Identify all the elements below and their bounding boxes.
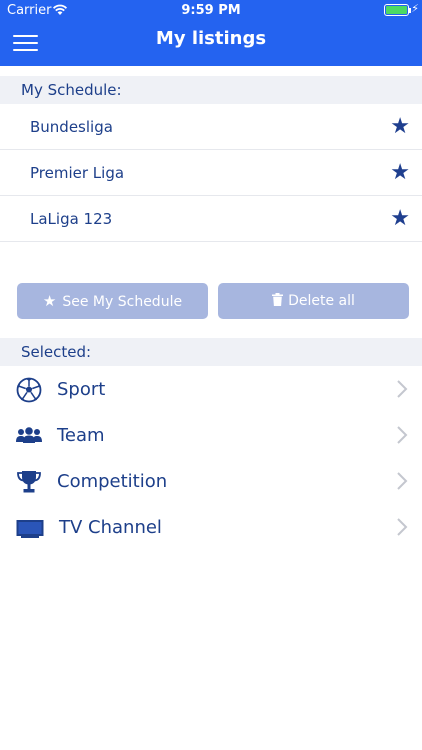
delete-all-button[interactable]: Delete all [218,283,409,319]
schedule-section-header: My Schedule: [0,76,422,104]
category-row-competition[interactable]: Competition [0,459,422,505]
category-label: Team [57,425,105,446]
schedule-item[interactable]: Premier Liga ★ [0,150,422,196]
clock: 9:59 PM [181,3,241,18]
see-my-schedule-label: See My Schedule [62,294,183,310]
chevron-right-icon [397,518,408,536]
nav-bar: My listings [0,22,422,66]
schedule-item[interactable]: LaLiga 123 ★ [0,196,422,242]
category-label: TV Channel [59,517,162,538]
star-icon[interactable]: ★ [390,104,410,150]
schedule-item-label: Bundesliga [30,118,113,136]
selected-section-header: Selected: [0,338,422,366]
team-icon [16,427,42,443]
schedule-item-label: Premier Liga [30,164,125,182]
category-row-sport[interactable]: Sport [0,367,422,413]
chevron-right-icon [397,472,408,490]
battery-icon [384,4,409,16]
charging-icon: ⚡ [411,2,419,15]
delete-all-label: Delete all [288,293,355,309]
see-my-schedule-button[interactable]: ★ See My Schedule [17,283,208,319]
schedule-item-label: LaLiga 123 [30,210,113,228]
category-label: Sport [57,379,106,400]
page-title: My listings [155,28,267,49]
schedule-item[interactable]: Bundesliga ★ [0,104,422,150]
trophy-icon [17,471,41,493]
star-icon[interactable]: ★ [390,150,410,196]
tv-icon [16,520,44,538]
status-bar: Carrier 9:59 PM ⚡ [0,0,422,22]
category-row-team[interactable]: Team [0,413,422,459]
star-icon[interactable]: ★ [390,196,410,242]
category-label: Competition [57,471,168,492]
soccer-ball-icon [16,377,42,403]
trash-icon [272,293,284,306]
chevron-right-icon [397,380,408,398]
category-row-tv-channel[interactable]: TV Channel [0,505,422,551]
chevron-right-icon [397,426,408,444]
star-icon: ★ [42,292,57,310]
